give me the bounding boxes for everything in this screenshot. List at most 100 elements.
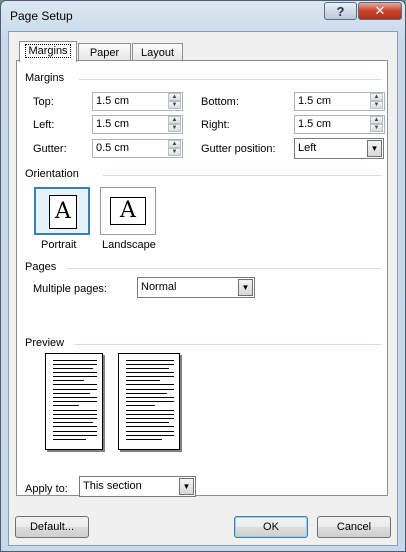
spin-up-icon[interactable]: ▲	[370, 93, 383, 101]
tab-margins[interactable]: Margins	[19, 41, 77, 62]
top-margin-spinner[interactable]: 1.5 cm ▲ ▼	[92, 92, 183, 111]
apply-to-label: Apply to:	[25, 483, 68, 495]
multiple-pages-label: Multiple pages:	[33, 283, 107, 295]
preview-text-line	[53, 401, 97, 402]
title-bar: Page Setup ? ✕	[1, 1, 405, 31]
preview-text-line	[53, 380, 84, 381]
landscape-option[interactable]: A	[100, 187, 156, 235]
preview-text-line	[53, 393, 90, 394]
preview-text-line	[126, 393, 167, 394]
landscape-page-icon: A	[110, 197, 146, 225]
top-margin-value: 1.5 cm	[96, 95, 130, 107]
close-icon: ✕	[374, 3, 386, 18]
preview-text-line	[126, 414, 174, 415]
preview-text-line	[126, 405, 155, 406]
dialog-title: Page Setup	[10, 9, 73, 23]
top-label: Top:	[33, 96, 54, 108]
bottom-margin-spinner[interactable]: 1.5 cm ▲ ▼	[294, 92, 385, 111]
preview-text-line	[126, 401, 174, 402]
preview-text-line	[53, 426, 97, 427]
preview-text-line	[53, 360, 97, 361]
margins-group-title: Margins	[25, 72, 65, 84]
right-margin-spinner[interactable]: 1.5 cm ▲ ▼	[294, 115, 385, 134]
spin-up-icon[interactable]: ▲	[168, 140, 181, 148]
preview-text-line	[53, 410, 97, 411]
preview-text-line	[126, 364, 174, 365]
spin-down-icon[interactable]: ▼	[168, 124, 181, 132]
chevron-down-icon[interactable]: ▼	[367, 140, 382, 157]
multiple-pages-value: Normal	[141, 281, 177, 293]
preview-text-line	[126, 376, 174, 377]
preview-group-title: Preview	[25, 337, 65, 349]
gutter-position-select[interactable]: Left ▼	[294, 138, 384, 159]
close-button[interactable]: ✕	[358, 2, 402, 20]
spin-up-icon[interactable]: ▲	[370, 116, 383, 124]
left-label: Left:	[33, 119, 55, 131]
left-margin-spinner[interactable]: 1.5 cm ▲ ▼	[92, 115, 183, 134]
gutter-label: Gutter:	[33, 143, 67, 155]
preview-text-line	[126, 422, 169, 423]
spin-down-icon[interactable]: ▼	[168, 148, 181, 156]
preview-text-line	[126, 397, 174, 398]
preview-text-line	[126, 431, 174, 432]
spin-down-icon[interactable]: ▼	[168, 101, 181, 109]
portrait-option[interactable]: A	[34, 187, 90, 235]
preview-text-line	[126, 384, 174, 385]
preview-separator	[75, 344, 381, 345]
multiple-pages-select[interactable]: Normal ▼	[137, 277, 255, 298]
right-margin-value: 1.5 cm	[298, 118, 332, 130]
default-button[interactable]: Default...	[15, 516, 89, 538]
preview-text-line	[53, 418, 97, 419]
preview-text-line	[53, 389, 97, 390]
landscape-label: Landscape	[102, 239, 156, 251]
preview-text-line	[53, 376, 97, 377]
orientation-group-title: Orientation	[25, 168, 79, 180]
gutter-position-value: Left	[298, 142, 317, 154]
portrait-page-icon: A	[49, 195, 77, 229]
preview-text-line	[53, 372, 97, 373]
preview-text-line	[53, 384, 97, 385]
preview-text-line	[53, 431, 97, 432]
preview-text-line	[53, 439, 86, 440]
preview-text-line	[53, 405, 79, 406]
right-label: Right:	[201, 119, 230, 131]
preview-text-line	[126, 418, 174, 419]
gutter-position-label: Gutter position:	[201, 143, 276, 155]
preview-text-line	[53, 364, 97, 365]
preview-text-line	[53, 368, 93, 369]
preview-text-line	[126, 439, 162, 440]
pages-group-title: Pages	[25, 261, 57, 273]
page-setup-dialog: Page Setup ? ✕ Margins Paper Layout Marg…	[0, 0, 406, 552]
chevron-down-icon[interactable]: ▼	[179, 478, 194, 495]
chevron-down-icon[interactable]: ▼	[238, 279, 253, 296]
preview-page-right	[118, 353, 180, 450]
ok-button[interactable]: OK	[234, 516, 308, 538]
cancel-button[interactable]: Cancel	[317, 516, 391, 538]
preview-text-line	[126, 389, 174, 390]
preview-text-line	[126, 410, 174, 411]
apply-to-select[interactable]: This section ▼	[79, 476, 196, 497]
bottom-label: Bottom:	[201, 96, 239, 108]
portrait-label: Portrait	[41, 239, 77, 251]
spin-down-icon[interactable]: ▼	[370, 101, 383, 109]
dialog-client: Margins Paper Layout Margins Top: 1.5 cm…	[8, 31, 398, 546]
spin-up-icon[interactable]: ▲	[168, 93, 181, 101]
bottom-margin-value: 1.5 cm	[298, 95, 332, 107]
help-button[interactable]: ?	[324, 2, 357, 20]
help-icon: ?	[336, 3, 345, 19]
preview-text-line	[126, 426, 174, 427]
margins-tab-panel: Margins Top: 1.5 cm ▲ ▼ Left: 1.5 cm ▲ ▼ G…	[16, 60, 388, 497]
tab-margins-label: Margins	[25, 44, 71, 58]
apply-to-value: This section	[83, 480, 142, 492]
spin-up-icon[interactable]: ▲	[168, 116, 181, 124]
left-margin-value: 1.5 cm	[96, 118, 130, 130]
preview-text-line	[53, 422, 93, 423]
spin-down-icon[interactable]: ▼	[370, 124, 383, 132]
preview-text-line	[126, 360, 174, 361]
tab-paper-label: Paper	[89, 47, 120, 59]
margins-separator	[79, 79, 381, 80]
preview-page-left	[45, 353, 103, 450]
tab-layout-label: Layout	[140, 47, 175, 59]
gutter-spinner[interactable]: 0.5 cm ▲ ▼	[92, 139, 183, 158]
preview-text-line	[53, 397, 97, 398]
